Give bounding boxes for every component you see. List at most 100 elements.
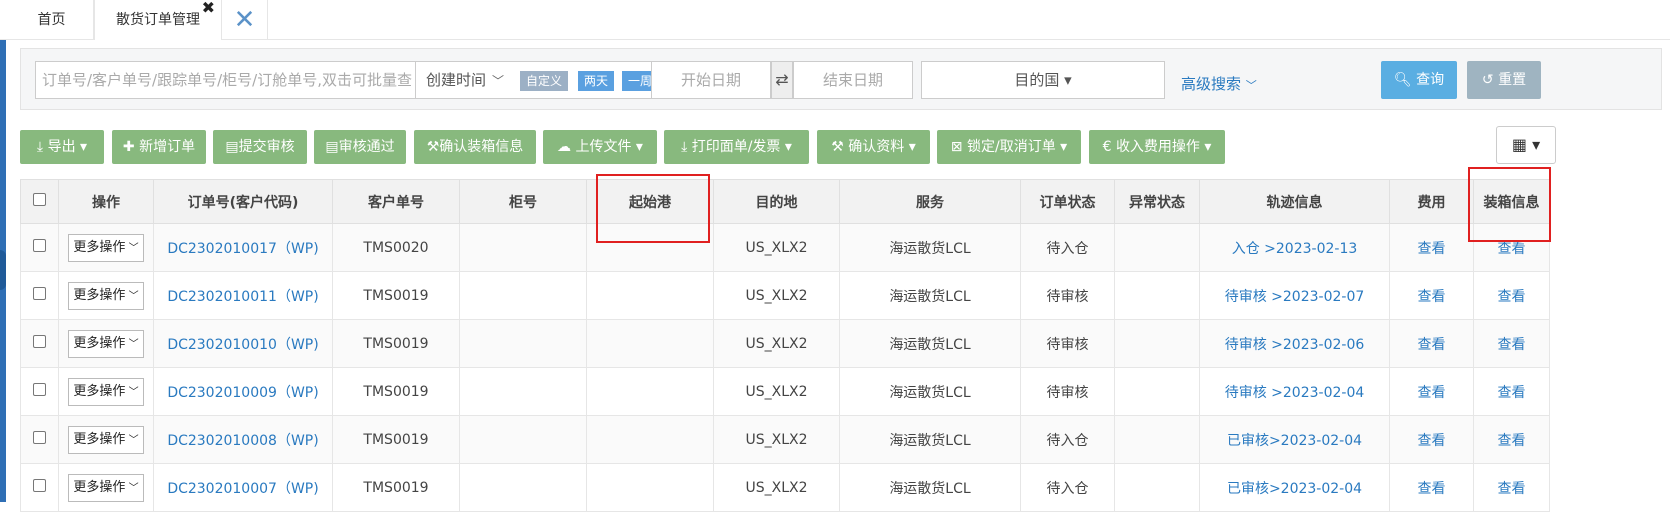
header-customer-no: 客户单号 (332, 179, 460, 224)
tracking-cell[interactable]: 待审核 >2023-02-06 (1199, 319, 1390, 368)
tracking-link[interactable]: 待审核 >2023-02-07 (1225, 289, 1365, 305)
add-order-button[interactable]: ✚ 新增订单 (112, 130, 206, 164)
row-checkbox[interactable] (33, 383, 46, 396)
order-no-cell[interactable]: DC2302010008（WP) (153, 415, 333, 464)
sidebar-toggle-handle[interactable] (0, 250, 6, 290)
tracking-link[interactable]: 待审核 >2023-02-04 (1225, 385, 1365, 401)
order-no-link[interactable]: DC2302010009（WP) (167, 385, 318, 401)
tracking-link[interactable]: 已审核>2023-02-04 (1227, 481, 1362, 497)
view-packing-link[interactable]: 查看 (1498, 289, 1526, 305)
view-fees-link[interactable]: 查看 (1418, 433, 1446, 449)
packing-info-cell[interactable]: 查看 (1473, 415, 1550, 464)
order-no-cell[interactable]: DC2302010009（WP) (153, 367, 333, 416)
more-actions-label: 更多操作 (73, 479, 126, 495)
fees-cell[interactable]: 查看 (1389, 271, 1474, 320)
tracking-link[interactable]: 已审核>2023-02-04 (1227, 433, 1362, 449)
upload-file-button[interactable]: ☁ 上传文件 ▾ (543, 130, 657, 164)
view-fees-link[interactable]: 查看 (1418, 481, 1446, 497)
order-no-cell[interactable]: DC2302010011（WP) (153, 271, 333, 320)
packing-info-cell[interactable]: 查看 (1473, 367, 1550, 416)
print-label-invoice-button[interactable]: ⤓ 打印面单/发票 ▾ (664, 130, 809, 164)
row-select-cell (20, 271, 59, 320)
view-packing-link[interactable]: 查看 (1498, 385, 1526, 401)
pill-custom[interactable]: 自定义 (520, 71, 569, 91)
tracking-cell[interactable]: 待审核 >2023-02-04 (1199, 367, 1390, 416)
reset-button[interactable]: ↺ 重置 (1467, 61, 1541, 99)
table-row: 更多操作 ﹀ DC2302010011（WP) TMS0019 US_XLX2 海运散货… (20, 271, 1550, 320)
tracking-link[interactable]: 入仓 >2023-02-13 (1232, 241, 1358, 257)
more-actions-select[interactable]: 更多操作 ﹀ (68, 473, 144, 502)
submit-review-button[interactable]: ▤提交审核 (213, 130, 307, 164)
fees-cell[interactable]: 查看 (1389, 319, 1474, 368)
more-actions-select[interactable]: 更多操作 ﹀ (68, 233, 144, 262)
row-checkbox[interactable] (33, 335, 46, 348)
order-no-link[interactable]: DC2302010017（WP) (167, 241, 318, 257)
view-fees-link[interactable]: 查看 (1418, 289, 1446, 305)
start-date-input[interactable]: 开始日期 (651, 61, 771, 99)
table-row: 更多操作 ﹀ DC2302010007（WP) TMS0019 US_XLX2 海运散货… (20, 463, 1550, 512)
destination-country-select[interactable]: 目的国 ▾ (921, 61, 1165, 99)
pill-two-days[interactable]: 两天 (578, 71, 615, 91)
packing-info-cell[interactable]: 查看 (1473, 271, 1550, 320)
row-checkbox[interactable] (33, 239, 46, 252)
order-status-cell: 待入仓 (1020, 415, 1115, 464)
tracking-cell[interactable]: 待审核 >2023-02-07 (1199, 271, 1390, 320)
highlight-origin-port (596, 174, 710, 243)
approve-button[interactable]: ▤审核通过 (314, 130, 406, 164)
order-no-link[interactable]: DC2302010010（WP) (167, 337, 318, 353)
lock-cancel-order-button[interactable]: ⊠ 锁定/取消订单 ▾ (937, 130, 1081, 164)
fees-cell[interactable]: 查看 (1389, 463, 1474, 512)
order-no-cell[interactable]: DC2302010017（WP) (153, 223, 333, 272)
order-no-link[interactable]: DC2302010007（WP) (167, 481, 318, 497)
swap-dates-icon[interactable]: ⇄ (771, 61, 793, 99)
view-fees-link[interactable]: 查看 (1418, 241, 1446, 257)
view-packing-link[interactable]: 查看 (1498, 433, 1526, 449)
order-no-cell[interactable]: DC2302010010（WP) (153, 319, 333, 368)
container-no-cell (459, 271, 587, 320)
row-checkbox[interactable] (33, 287, 46, 300)
time-field-select[interactable]: 创建时间 ﹀ 自定义 两天 一周 (415, 61, 660, 99)
income-fee-button[interactable]: € 收入费用操作 ▾ (1089, 130, 1225, 164)
more-actions-select[interactable]: 更多操作 ﹀ (68, 281, 144, 310)
keyword-search-input[interactable]: 订单号/客户单号/跟踪单号/柜号/订舱单号,双击可批量查 (35, 61, 429, 99)
fees-cell[interactable]: 查看 (1389, 415, 1474, 464)
tracking-link[interactable]: 待审核 >2023-02-06 (1225, 337, 1365, 353)
close-all-tabs-icon[interactable]: ✕ (222, 0, 268, 40)
row-checkbox[interactable] (33, 431, 46, 444)
tracking-cell[interactable]: 已审核>2023-02-04 (1199, 415, 1390, 464)
packing-info-cell[interactable]: 查看 (1473, 319, 1550, 368)
confirm-packing-button[interactable]: ⚒确认装箱信息 (414, 130, 536, 164)
advanced-search-link[interactable]: 高级搜索 ﹀ (1181, 73, 1257, 94)
view-packing-link[interactable]: 查看 (1498, 481, 1526, 497)
select-all-checkbox[interactable] (33, 193, 46, 206)
more-actions-select[interactable]: 更多操作 ﹀ (68, 329, 144, 358)
query-button[interactable]: 🔍︎ 查询 (1381, 61, 1457, 99)
fees-cell[interactable]: 查看 (1389, 367, 1474, 416)
exception-status-cell (1114, 415, 1200, 464)
packing-info-cell[interactable]: 查看 (1473, 463, 1550, 512)
tab-home[interactable]: 首页 (10, 0, 94, 40)
confirm-docs-button[interactable]: ⚒ 确认资料 ▾ (817, 130, 930, 164)
order-no-link[interactable]: DC2302010011（WP) (167, 289, 318, 305)
square-x-icon: ⊠ (950, 139, 963, 155)
header-fees: 费用 (1389, 179, 1474, 224)
view-packing-link[interactable]: 查看 (1498, 337, 1526, 353)
close-tab-icon[interactable]: ✖ (202, 0, 215, 28)
tracking-cell[interactable]: 入仓 >2023-02-13 (1199, 223, 1390, 272)
more-actions-select[interactable]: 更多操作 ﹀ (68, 377, 144, 406)
column-settings-button[interactable]: ▦ ▾ (1496, 126, 1556, 164)
row-checkbox[interactable] (33, 479, 46, 492)
view-packing-link[interactable]: 查看 (1498, 241, 1526, 257)
order-status-cell: 待入仓 (1020, 223, 1115, 272)
order-no-link[interactable]: DC2302010008（WP) (167, 433, 318, 449)
tab-bulk-order-management[interactable]: 散货订单管理 ✖ (94, 0, 222, 40)
more-actions-select[interactable]: 更多操作 ﹀ (68, 425, 144, 454)
container-no-cell (459, 463, 587, 512)
fees-cell[interactable]: 查看 (1389, 223, 1474, 272)
end-date-input[interactable]: 结束日期 (793, 61, 913, 99)
tracking-cell[interactable]: 已审核>2023-02-04 (1199, 463, 1390, 512)
order-no-cell[interactable]: DC2302010007（WP) (153, 463, 333, 512)
export-button[interactable]: ⤓ 导出 ▾ (20, 130, 104, 164)
view-fees-link[interactable]: 查看 (1418, 385, 1446, 401)
view-fees-link[interactable]: 查看 (1418, 337, 1446, 353)
